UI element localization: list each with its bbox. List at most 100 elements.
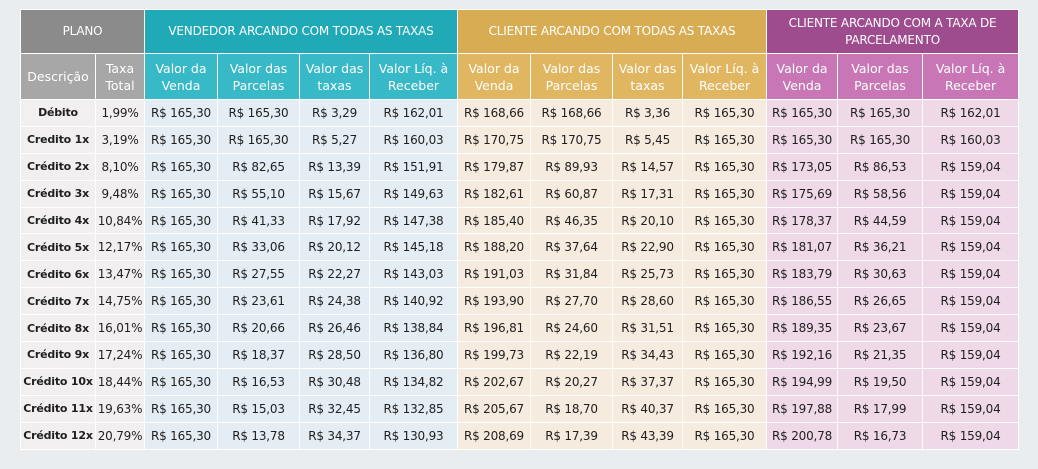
parcelamento-liquido-cell: R$ 159,04 (922, 179, 1020, 208)
col-cliente-valor-liquido: Valor Líq. à Receber (681, 53, 768, 100)
vendedor-group-header: VENDEDOR ARCANDO COM TODAS AS TAXAS (144, 9, 458, 54)
cliente-parcelas-cell: R$ 170,75 (530, 125, 613, 154)
cliente-taxas-cell: R$ 34,43 (612, 341, 683, 369)
vendedor-taxas-cell: R$ 34,37 (299, 421, 370, 450)
cliente-group-header: CLIENTE ARCANDO COM TODAS AS TAXAS (456, 9, 768, 54)
vendedor-liquido-cell: R$ 136,80 (369, 341, 458, 369)
table-row: Crédito 11x 19,63% R$ 165,30 R$ 15,03 R$ 32,… (20, 394, 1020, 423)
vendedor-taxas-cell: R$ 20,12 (299, 233, 370, 262)
row-taxa-total: 3,19% (95, 125, 145, 154)
vendedor-liquido-cell: R$ 149,63 (369, 179, 458, 208)
cliente-parcelas-cell: R$ 22,19 (530, 341, 613, 369)
row-label: Crédito 7x (20, 287, 96, 316)
rates-table: PLANO VENDEDOR ARCANDO COM TODAS AS TAXA… (20, 9, 1020, 450)
parcelamento-liquido-cell: R$ 159,04 (922, 341, 1020, 369)
vendedor-venda-cell: R$ 165,30 (144, 99, 218, 127)
table-row: Crédito 9x 17,24% R$ 165,30 R$ 18,37 R$ 28,5… (20, 341, 1020, 369)
col-cliente-valor-taxas: Valor das taxas (612, 53, 683, 100)
vendedor-liquido-cell: R$ 162,01 (369, 99, 458, 127)
cliente-parcelas-cell: R$ 89,93 (530, 152, 613, 181)
parcelamento-venda-cell: R$ 165,30 (766, 125, 839, 154)
row-label: Crédito 8x (20, 314, 96, 343)
cliente-taxas-cell: R$ 31,51 (612, 314, 683, 343)
cliente-venda-cell: R$ 179,87 (457, 152, 531, 181)
col-vendedor-valor-liquido: Valor Líq. à Receber (369, 53, 458, 100)
vendedor-liquido-cell: R$ 138,84 (369, 314, 458, 343)
cliente-venda-cell: R$ 170,75 (457, 125, 531, 154)
row-taxa-total: 14,75% (95, 287, 145, 316)
cliente-venda-cell: R$ 182,61 (457, 179, 531, 208)
row-label: Crédito 12x (20, 421, 96, 450)
row-label: Crédito 6x (20, 260, 96, 289)
cliente-parcelas-cell: R$ 168,66 (530, 99, 613, 127)
vendedor-venda-cell: R$ 165,30 (144, 341, 218, 369)
cliente-venda-cell: R$ 208,69 (457, 421, 531, 450)
cliente-taxas-cell: R$ 25,73 (612, 260, 683, 289)
parcelamento-liquido-cell: R$ 159,04 (922, 152, 1020, 181)
parcelamento-venda-cell: R$ 186,55 (766, 287, 839, 316)
vendedor-venda-cell: R$ 165,30 (144, 367, 218, 396)
row-label: Crédito 11x (20, 394, 96, 423)
vendedor-venda-cell: R$ 165,30 (144, 179, 218, 208)
cliente-taxas-cell: R$ 3,36 (612, 99, 683, 127)
vendedor-parcelas-cell: R$ 41,33 (217, 206, 300, 235)
parcelamento-parcelas-cell: R$ 23,67 (837, 314, 924, 343)
rates-table-body: Débito 1,99% R$ 165,30 R$ 165,30 R$ 3,29 R$ 1… (20, 99, 1020, 450)
parcelamento-venda-cell: R$ 173,05 (766, 152, 839, 181)
vendedor-liquido-cell: R$ 143,03 (369, 260, 458, 289)
row-label: Crédito 5x (20, 233, 96, 262)
vendedor-venda-cell: R$ 165,30 (144, 287, 218, 316)
vendedor-parcelas-cell: R$ 55,10 (217, 179, 300, 208)
table-row: Crédito 4x 10,84% R$ 165,30 R$ 41,33 R$ 17,9… (20, 206, 1020, 235)
cliente-liquido-cell: R$ 165,30 (681, 206, 768, 235)
col-cliente-valor-parcelas: Valor das Parcelas (530, 53, 613, 100)
row-label: Crédito 10x (20, 367, 96, 396)
parcelamento-liquido-cell: R$ 159,04 (922, 233, 1020, 262)
cliente-venda-cell: R$ 199,73 (457, 341, 531, 369)
vendedor-venda-cell: R$ 165,30 (144, 260, 218, 289)
table-row: Crédito 2x 8,10% R$ 165,30 R$ 82,65 R$ 13,39… (20, 152, 1020, 181)
parcelamento-liquido-cell: R$ 159,04 (922, 287, 1020, 316)
row-label: Crédito 2x (20, 152, 96, 181)
vendedor-taxas-cell: R$ 17,92 (299, 206, 370, 235)
vendedor-parcelas-cell: R$ 23,61 (217, 287, 300, 316)
vendedor-parcelas-cell: R$ 27,55 (217, 260, 300, 289)
row-label: Crédito 3x (20, 179, 96, 208)
vendedor-parcelas-cell: R$ 13,78 (217, 421, 300, 450)
cliente-parcelas-cell: R$ 37,64 (530, 233, 613, 262)
col-descricao: Descrição (20, 53, 96, 100)
vendedor-venda-cell: R$ 165,30 (144, 233, 218, 262)
cliente-parcelas-cell: R$ 18,70 (530, 394, 613, 423)
vendedor-liquido-cell: R$ 140,92 (369, 287, 458, 316)
table-row: Crédito 8x 16,01% R$ 165,30 R$ 20,66 R$ 26,4… (20, 314, 1020, 343)
table-row: Credito 1x 3,19% R$ 165,30 R$ 165,30 R$ 5,27… (20, 125, 1020, 154)
cliente-taxas-cell: R$ 20,10 (612, 206, 683, 235)
parcelamento-venda-cell: R$ 200,78 (766, 421, 839, 450)
row-taxa-total: 16,01% (95, 314, 145, 343)
cliente-venda-cell: R$ 196,81 (457, 314, 531, 343)
parcelamento-parcelas-cell: R$ 17,99 (837, 394, 924, 423)
cliente-venda-cell: R$ 168,66 (457, 99, 531, 127)
parcelamento-liquido-cell: R$ 160,03 (922, 125, 1020, 154)
cliente-liquido-cell: R$ 165,30 (681, 314, 768, 343)
vendedor-taxas-cell: R$ 24,38 (299, 287, 370, 316)
cliente-venda-cell: R$ 202,67 (457, 367, 531, 396)
row-label: Débito (20, 99, 96, 127)
vendedor-venda-cell: R$ 165,30 (144, 152, 218, 181)
cliente-liquido-cell: R$ 165,30 (681, 152, 768, 181)
parcelamento-liquido-cell: R$ 159,04 (922, 206, 1020, 235)
parcelamento-venda-cell: R$ 189,35 (766, 314, 839, 343)
plano-header: PLANO (20, 9, 145, 54)
vendedor-liquido-cell: R$ 160,03 (369, 125, 458, 154)
parcelamento-parcelas-cell: R$ 26,65 (837, 287, 924, 316)
rates-table-container: PLANO VENDEDOR ARCANDO COM TODAS AS TAXA… (20, 9, 1020, 450)
row-taxa-total: 1,99% (95, 99, 145, 127)
row-taxa-total: 18,44% (95, 367, 145, 396)
cliente-liquido-cell: R$ 165,30 (681, 341, 768, 369)
col-parcelamento-valor-venda: Valor da Venda (766, 53, 839, 100)
row-label: Crédito 9x (20, 341, 96, 369)
vendedor-parcelas-cell: R$ 165,30 (217, 125, 300, 154)
vendedor-taxas-cell: R$ 32,45 (299, 394, 370, 423)
cliente-venda-cell: R$ 205,67 (457, 394, 531, 423)
cliente-taxas-cell: R$ 40,37 (612, 394, 683, 423)
